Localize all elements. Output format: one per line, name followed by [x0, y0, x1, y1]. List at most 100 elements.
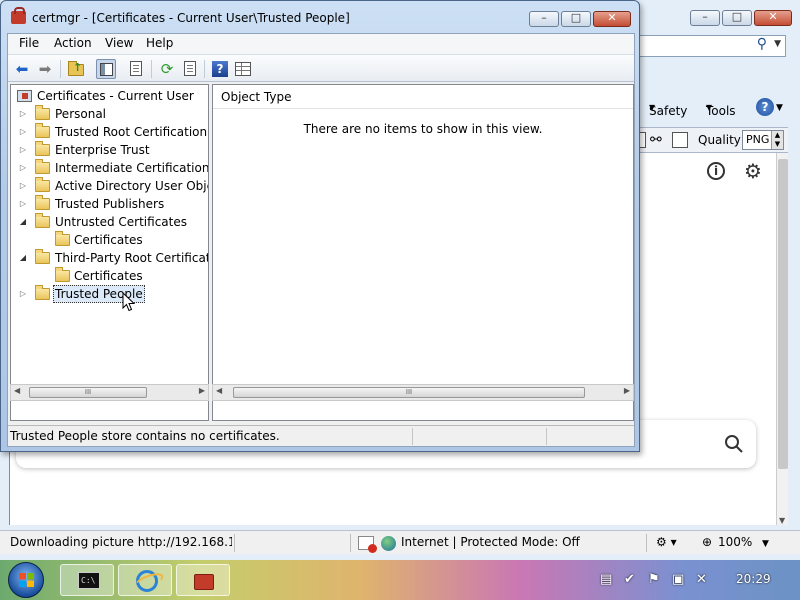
help-icon[interactable]: ?: [756, 98, 774, 116]
tree-item-trusted-people[interactable]: ▷ Trusted People: [17, 285, 208, 303]
menu-bar: File Action View Help: [8, 34, 634, 54]
column-header-object-type[interactable]: Object Type: [213, 85, 633, 109]
help-button[interactable]: ?: [210, 59, 230, 79]
title-bar[interactable]: certmgr - [Certificates - Current User\T…: [1, 1, 639, 33]
zoom-dropdown-icon[interactable]: ▼: [762, 539, 769, 549]
show-hide-tree-button[interactable]: [96, 59, 116, 79]
security-shield-icon[interactable]: ✔: [624, 572, 635, 587]
tree-item-label: Untrusted Certificates: [55, 215, 187, 229]
search-dropdown-icon[interactable]: ▼: [774, 39, 781, 49]
folder-icon: [35, 123, 50, 138]
tree-root[interactable]: Certificates - Current User: [13, 87, 208, 105]
collapse-arrow-icon[interactable]: ◢: [17, 213, 29, 231]
detail-horizontal-scrollbar[interactable]: ◀ III ▶: [212, 384, 634, 401]
menu-view[interactable]: View: [105, 36, 133, 50]
maximize-button[interactable]: □: [561, 11, 591, 27]
menu-help[interactable]: Help: [146, 36, 173, 50]
folder-icon: [55, 231, 70, 246]
safety-menu[interactable]: Safety ▾: [649, 100, 687, 118]
blocked-content-icon[interactable]: [358, 536, 377, 553]
tree-item-personal[interactable]: ▷ Personal: [17, 105, 208, 123]
tree-pane[interactable]: Certificates - Current User ▷ Personal ▷…: [10, 84, 209, 421]
tree-item-label: Active Directory User Object: [55, 179, 209, 193]
document-icon[interactable]: ▤: [600, 572, 612, 587]
network-icon[interactable]: ▣: [672, 572, 684, 587]
collapse-arrow-icon[interactable]: ◢: [17, 249, 29, 267]
expand-arrow-icon[interactable]: ▷: [17, 195, 29, 213]
minimize-button[interactable]: –: [529, 11, 559, 27]
expand-arrow-icon[interactable]: ▷: [17, 159, 29, 177]
tree-item-third-party-root[interactable]: ◢ Third-Party Root Certification: [17, 249, 208, 267]
view-button[interactable]: [233, 59, 253, 79]
search-icon[interactable]: [724, 434, 744, 454]
binoculars-icon[interactable]: ⚯: [650, 132, 666, 148]
expand-arrow-icon[interactable]: ▷: [17, 177, 29, 195]
expand-arrow-icon[interactable]: ▷: [17, 123, 29, 141]
tree-horizontal-scrollbar[interactable]: ◀ III ▶: [10, 384, 209, 401]
scroll-left-icon[interactable]: ◀: [14, 386, 20, 395]
certificates-store-icon: [17, 90, 32, 102]
start-button[interactable]: [8, 562, 44, 598]
expand-arrow-icon[interactable]: ▷: [17, 141, 29, 159]
tree-item-label: Third-Party Root Certification: [55, 251, 208, 265]
expand-arrow-icon[interactable]: ▷: [17, 285, 29, 303]
tools-menu[interactable]: Tools ▾: [706, 100, 736, 118]
quality-spinner[interactable]: ▲ ▼: [771, 131, 783, 149]
scroll-thumb[interactable]: III: [29, 387, 147, 398]
flag-icon[interactable]: ⚑: [648, 572, 660, 587]
taskbar-internet-explorer[interactable]: [118, 564, 172, 596]
ie-vertical-scrollbar[interactable]: ▼: [776, 153, 788, 525]
zoom-level[interactable]: 100%: [718, 535, 752, 549]
export-list-button[interactable]: [180, 59, 200, 79]
tree-item-third-party-certificates[interactable]: Certificates: [55, 267, 208, 285]
refresh-button[interactable]: ⟳: [157, 59, 177, 79]
ie-close-button[interactable]: ✕: [754, 10, 792, 26]
volume-muted-icon[interactable]: ✕: [696, 572, 707, 587]
tree-item-untrusted[interactable]: ◢ Untrusted Certificates: [17, 213, 208, 231]
tree-item-untrusted-certificates[interactable]: Certificates: [55, 231, 208, 249]
back-button[interactable]: ⬅: [12, 59, 32, 79]
info-icon[interactable]: i: [707, 162, 725, 180]
forward-button[interactable]: ➡: [35, 59, 55, 79]
help-dropdown-icon[interactable]: ▼: [776, 103, 783, 113]
help-icon: ?: [212, 61, 228, 77]
back-icon: ⬅: [15, 60, 29, 78]
system-tray: ▤ ✔ ⚑ ▣ ✕ 20:29: [596, 560, 800, 600]
search-icon[interactable]: ⚲: [757, 36, 767, 52]
menu-file[interactable]: File: [19, 36, 39, 50]
taskbar-cmd[interactable]: C:\: [60, 564, 114, 596]
quality-input[interactable]: PNG ▲ ▼: [742, 130, 784, 150]
detail-pane[interactable]: Object Type There are no items to show i…: [212, 84, 634, 421]
gear-icon[interactable]: ⚙: [744, 160, 762, 182]
scroll-thumb[interactable]: [778, 159, 788, 469]
tree-item-active-directory[interactable]: ▷ Active Directory User Object: [17, 177, 209, 195]
scroll-right-icon[interactable]: ▶: [199, 386, 205, 395]
scroll-thumb[interactable]: III: [233, 387, 585, 398]
taskbar-certmgr[interactable]: [176, 564, 230, 596]
clipboard-button[interactable]: [126, 59, 146, 79]
ie-minimize-button[interactable]: –: [690, 10, 720, 26]
clock[interactable]: 20:29: [736, 572, 771, 586]
scroll-left-icon[interactable]: ◀: [216, 386, 222, 395]
add-ons-icon[interactable]: ⚙ ▾: [656, 535, 677, 549]
menu-action[interactable]: Action: [54, 36, 92, 50]
empty-view-message: There are no items to show in this view.: [303, 122, 543, 136]
scroll-right-icon[interactable]: ▶: [624, 386, 630, 395]
scroll-down-icon[interactable]: ▼: [779, 516, 785, 525]
tree-item-intermediate[interactable]: ▷ Intermediate Certification Au: [17, 159, 208, 177]
forward-icon: ➡: [38, 60, 52, 78]
security-zone-text[interactable]: Internet | Protected Mode: Off: [401, 535, 580, 549]
ie-search-field[interactable]: ⚲ ▼: [636, 35, 786, 57]
tree-item-trusted-publishers[interactable]: ▷ Trusted Publishers: [17, 195, 208, 213]
folder-icon: [35, 105, 50, 120]
up-level-button[interactable]: ↑: [66, 59, 86, 79]
ie-maximize-button[interactable]: □: [722, 10, 752, 26]
tree-item-enterprise-trust[interactable]: ▷ Enterprise Trust: [17, 141, 208, 159]
certmgr-window: certmgr - [Certificates - Current User\T…: [0, 0, 640, 452]
expand-arrow-icon[interactable]: ▷: [17, 105, 29, 123]
zoom-icon[interactable]: ⊕: [702, 535, 712, 549]
tree-item-trusted-root[interactable]: ▷ Trusted Root Certification Au: [17, 123, 208, 141]
close-button[interactable]: ✕: [593, 11, 631, 27]
clipboard-icon[interactable]: [672, 132, 688, 148]
tree-item-label: Certificates: [74, 269, 143, 283]
